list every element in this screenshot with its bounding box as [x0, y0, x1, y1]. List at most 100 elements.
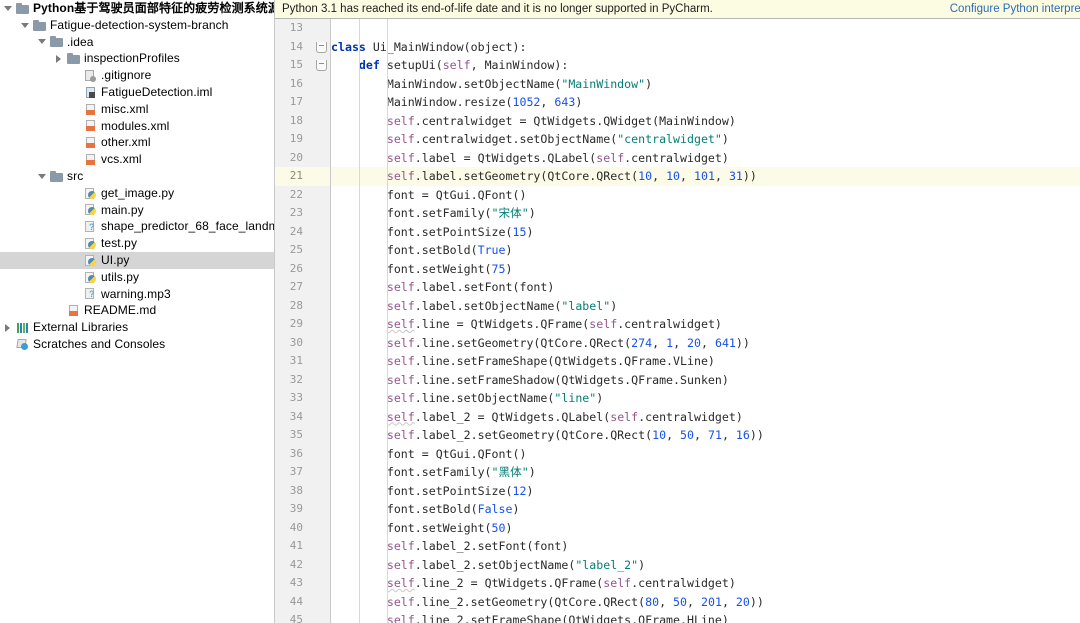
line-number[interactable]: 18 [275, 112, 310, 131]
code-line[interactable]: class Ui_MainWindow(object): [331, 38, 1080, 57]
line-number-gutter[interactable]: 1314151617181920212223242526272829303132… [275, 19, 310, 623]
tree-item-utils.py[interactable]: utils.py [0, 269, 274, 286]
code-line[interactable]: font.setFamily("黑体") [331, 463, 1080, 482]
code-line[interactable]: font = QtGui.QFont() [331, 445, 1080, 464]
line-number[interactable]: 40 [275, 519, 310, 538]
line-number[interactable]: 30 [275, 334, 310, 353]
line-number[interactable]: 25 [275, 241, 310, 260]
code-folding-gutter[interactable] [310, 19, 331, 623]
code-line[interactable]: self.line_2 = QtWidgets.QFrame(self.cent… [331, 574, 1080, 593]
code-line[interactable]: MainWindow.resize(1052, 643) [331, 93, 1080, 112]
code-content[interactable]: class Ui_MainWindow(object): def setupUi… [331, 19, 1080, 623]
code-line[interactable]: self.label_2.setObjectName("label_2") [331, 556, 1080, 575]
code-editor[interactable]: 1314151617181920212223242526272829303132… [275, 19, 1080, 623]
code-line[interactable]: font.setPointSize(12) [331, 482, 1080, 501]
tree-item-external-libraries[interactable]: External Libraries [0, 319, 274, 336]
tree-item-.gitignore[interactable]: .gitignore [0, 67, 274, 84]
chevron-down-icon[interactable] [38, 172, 47, 181]
tree-item-python-[interactable]: Python基于驾驶员面部特征的疲劳检测系统源码E:\引注 [0, 0, 274, 17]
line-number[interactable]: 45 [275, 611, 310, 623]
chevron-down-icon[interactable] [4, 4, 13, 13]
tree-item-get_image.py[interactable]: get_image.py [0, 185, 274, 202]
code-line[interactable]: self.label = QtWidgets.QLabel(self.centr… [331, 149, 1080, 168]
tree-item-ui.py[interactable]: UI.py [0, 252, 274, 269]
configure-python-interpreter-link[interactable]: Configure Python interpret [950, 3, 1080, 15]
code-line[interactable]: font.setPointSize(15) [331, 223, 1080, 242]
fold-collapse-icon[interactable] [316, 42, 327, 53]
code-line[interactable]: font.setFamily("宋体") [331, 204, 1080, 223]
fold-cell[interactable] [310, 38, 330, 57]
code-line[interactable]: font.setBold(False) [331, 500, 1080, 519]
tree-item-scratches-and-consoles[interactable]: Scratches and Consoles [0, 336, 274, 353]
line-number[interactable]: 41 [275, 537, 310, 556]
project-tree[interactable]: Python基于驾驶员面部特征的疲劳检测系统源码E:\引注Fatigue-det… [0, 0, 274, 353]
tree-item-test.py[interactable]: test.py [0, 235, 274, 252]
line-number[interactable]: 23 [275, 204, 310, 223]
fold-cell[interactable] [310, 56, 330, 75]
code-line[interactable]: self.line.setObjectName("line") [331, 389, 1080, 408]
code-line[interactable]: font = QtGui.QFont() [331, 186, 1080, 205]
code-line[interactable]: self.centralwidget.setObjectName("centra… [331, 130, 1080, 149]
tree-item-vcs.xml[interactable]: vcs.xml [0, 151, 274, 168]
line-number[interactable]: 14 [275, 38, 310, 57]
code-line[interactable]: self.label_2 = QtWidgets.QLabel(self.cen… [331, 408, 1080, 427]
code-line[interactable]: self.line.setGeometry(QtCore.QRect(274, … [331, 334, 1080, 353]
line-number[interactable]: 28 [275, 297, 310, 316]
code-line[interactable]: self.line.setFrameShape(QtWidgets.QFrame… [331, 352, 1080, 371]
code-line[interactable]: self.line_2.setFrameShape(QtWidgets.QFra… [331, 611, 1080, 623]
line-number[interactable]: 22 [275, 186, 310, 205]
line-number[interactable]: 21 [275, 167, 310, 186]
line-number[interactable]: 27 [275, 278, 310, 297]
line-number[interactable]: 32 [275, 371, 310, 390]
line-number[interactable]: 17 [275, 93, 310, 112]
code-line[interactable]: self.label_2.setGeometry(QtCore.QRect(10… [331, 426, 1080, 445]
tree-item-fatiguedetection.iml[interactable]: FatigueDetection.iml [0, 84, 274, 101]
code-line[interactable]: MainWindow.setObjectName("MainWindow") [331, 75, 1080, 94]
code-line[interactable]: self.label.setObjectName("label") [331, 297, 1080, 316]
code-line[interactable]: font.setBold(True) [331, 241, 1080, 260]
line-number[interactable]: 15 [275, 56, 310, 75]
line-number[interactable]: 33 [275, 389, 310, 408]
project-tree-panel[interactable]: Python基于驾驶员面部特征的疲劳检测系统源码E:\引注Fatigue-det… [0, 0, 275, 623]
tree-item-src[interactable]: src [0, 168, 274, 185]
tree-item-modules.xml[interactable]: modules.xml [0, 118, 274, 135]
line-number[interactable]: 26 [275, 260, 310, 279]
line-number[interactable]: 42 [275, 556, 310, 575]
tree-item-warning.mp3[interactable]: warning.mp3 [0, 286, 274, 303]
code-line[interactable]: self.line.setFrameShadow(QtWidgets.QFram… [331, 371, 1080, 390]
chevron-right-icon[interactable] [55, 54, 64, 63]
tree-item-fatigue-detection-system-branch[interactable]: Fatigue-detection-system-branch [0, 17, 274, 34]
code-line[interactable]: font.setWeight(50) [331, 519, 1080, 538]
line-number[interactable]: 16 [275, 75, 310, 94]
line-number[interactable]: 29 [275, 315, 310, 334]
line-number[interactable]: 38 [275, 482, 310, 501]
chevron-right-icon[interactable] [4, 323, 13, 332]
chevron-down-icon[interactable] [38, 37, 47, 46]
line-number[interactable]: 44 [275, 593, 310, 612]
line-number[interactable]: 19 [275, 130, 310, 149]
tree-item-inspectionprofiles[interactable]: inspectionProfiles [0, 50, 274, 67]
line-number[interactable]: 24 [275, 223, 310, 242]
line-number[interactable]: 43 [275, 574, 310, 593]
tree-item-.idea[interactable]: .idea [0, 34, 274, 51]
line-number[interactable]: 39 [275, 500, 310, 519]
line-number[interactable]: 20 [275, 149, 310, 168]
line-number[interactable]: 13 [275, 19, 310, 38]
line-number[interactable]: 34 [275, 408, 310, 427]
code-line[interactable]: self.centralwidget = QtWidgets.QWidget(M… [331, 112, 1080, 131]
line-number[interactable]: 36 [275, 445, 310, 464]
code-line[interactable]: self.label.setFont(font) [331, 278, 1080, 297]
chevron-down-icon[interactable] [21, 21, 30, 30]
tree-item-misc.xml[interactable]: misc.xml [0, 101, 274, 118]
tree-item-other.xml[interactable]: other.xml [0, 134, 274, 151]
code-line[interactable]: def setupUi(self, MainWindow): [331, 56, 1080, 75]
code-line[interactable]: font.setWeight(75) [331, 260, 1080, 279]
code-line[interactable]: self.line = QtWidgets.QFrame(self.centra… [331, 315, 1080, 334]
line-number[interactable]: 37 [275, 463, 310, 482]
fold-collapse-icon[interactable] [316, 60, 327, 71]
tree-item-main.py[interactable]: main.py [0, 202, 274, 219]
line-number[interactable]: 31 [275, 352, 310, 371]
tree-item-readme.md[interactable]: README.md [0, 302, 274, 319]
code-line[interactable]: self.line_2.setGeometry(QtCore.QRect(80,… [331, 593, 1080, 612]
code-line[interactable] [331, 19, 1080, 38]
